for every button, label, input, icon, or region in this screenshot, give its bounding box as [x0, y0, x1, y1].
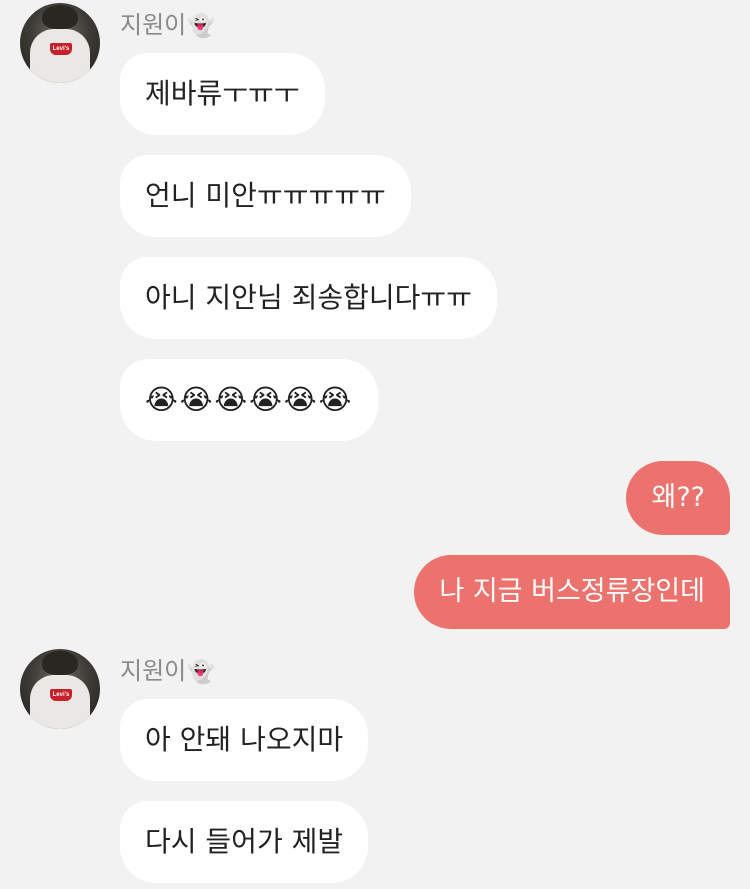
avatar-shirt-logo: Levi's: [50, 43, 72, 55]
outgoing-message[interactable]: 나 지금 버스정류장인데: [414, 555, 730, 629]
incoming-message[interactable]: 😭😭😭😭😭😭: [120, 359, 379, 441]
message-text: 나 지금 버스정류장인데: [439, 576, 705, 607]
incoming-message[interactable]: 다시 들어가 제발: [120, 801, 369, 883]
sender-name: 지원이👻: [120, 10, 215, 40]
sender-avatar[interactable]: Levi's: [20, 3, 100, 83]
ghost-icon: 👻: [187, 14, 215, 39]
avatar-hair: [42, 5, 78, 29]
sender-name: 지원이👻: [120, 656, 215, 686]
avatar-shirt: [30, 675, 90, 729]
sender-name-text: 지원이: [120, 11, 187, 39]
incoming-message[interactable]: 아 안돼 나오지마: [120, 699, 369, 781]
outgoing-message[interactable]: 왜??: [626, 461, 730, 535]
sender-name-text: 지원이: [120, 657, 187, 685]
message-text: 다시 들어가 제발: [145, 825, 344, 858]
incoming-message[interactable]: 언니 미안ㅠㅠㅠㅠㅠ: [120, 155, 411, 237]
avatar-hair: [42, 651, 78, 675]
crying-emoji-text: 😭😭😭😭😭😭: [145, 383, 354, 416]
message-text: 언니 미안ㅠㅠㅠㅠㅠ: [145, 179, 386, 212]
sender-avatar[interactable]: Levi's: [20, 649, 100, 729]
avatar-shirt: [30, 29, 90, 83]
incoming-message[interactable]: 제바류ㅜㅠㅜ: [120, 53, 325, 135]
incoming-message[interactable]: 아니 지안님 죄송합니다ㅠㅠ: [120, 257, 497, 339]
message-text: 왜??: [651, 482, 705, 513]
message-text: 아니 지안님 죄송합니다ㅠㅠ: [145, 281, 472, 314]
avatar-shirt-logo: Levi's: [50, 689, 72, 701]
ghost-icon: 👻: [187, 660, 215, 685]
message-text: 아 안돼 나오지마: [145, 723, 344, 756]
message-text: 제바류ㅜㅠㅜ: [145, 77, 300, 110]
